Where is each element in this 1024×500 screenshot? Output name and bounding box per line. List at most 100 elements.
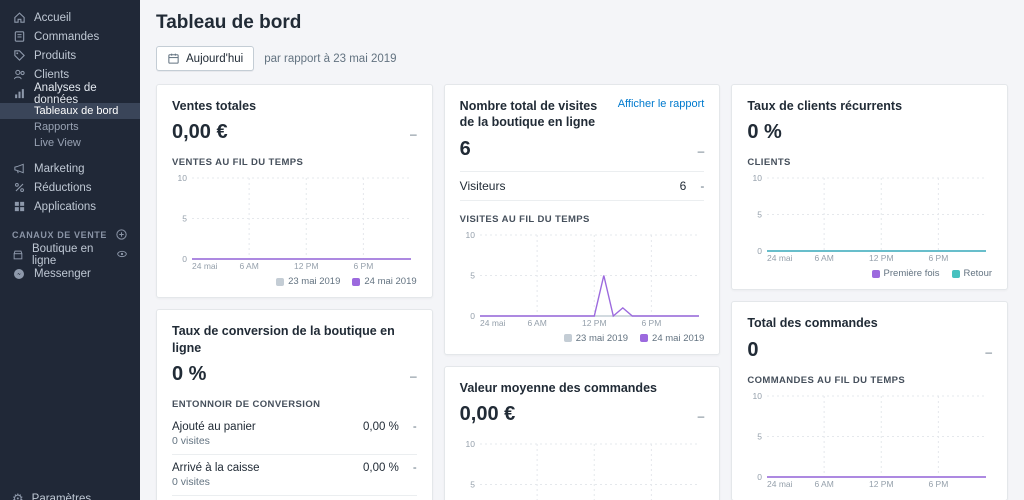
card-value: 0 % — [747, 121, 782, 144]
svg-text:0: 0 — [470, 311, 475, 321]
section-label: VENTES AU FIL DU TEMPS — [172, 157, 304, 169]
svg-text:5: 5 — [182, 214, 187, 224]
funnel-sub: 0 visites — [172, 475, 210, 488]
svg-text:24 mai: 24 mai — [767, 479, 793, 489]
svg-text:12 PM: 12 PM — [869, 253, 894, 263]
sidebar-item-accueil[interactable]: Accueil — [0, 8, 140, 27]
funnel-row-converties: Visites converties 0 visites 0,00 % - — [172, 496, 417, 500]
main-content: Tableau de bord Aujourd'hui par rapport … — [140, 0, 1024, 500]
sidebar-subitem-rapports[interactable]: Rapports — [0, 119, 140, 135]
legend-marker — [276, 277, 285, 286]
sidebar-item-marketing[interactable]: Marketing — [0, 159, 140, 178]
change-indicator: – — [409, 368, 417, 383]
funnel-pct: 0,00 % — [363, 461, 399, 474]
stat-label: Visiteurs — [459, 178, 506, 193]
legend-item: 24 mai 2019 — [640, 333, 704, 344]
eye-icon[interactable] — [116, 248, 128, 262]
sidebar-item-analyses[interactable]: Analyses de données — [0, 81, 140, 106]
section-label: ENTONNOIR DE CONVERSION — [172, 398, 321, 410]
home-icon — [12, 11, 26, 25]
funnel-sub: 0 visites — [172, 434, 210, 447]
section-label: VISITES AU FIL DU TEMPS — [459, 213, 590, 225]
store-icon — [12, 248, 24, 262]
legend-item: 24 mai 2019 — [352, 276, 417, 287]
legend-marker — [640, 334, 649, 342]
card-valeur-moyenne: Valeur moyenne des commandes 0,00 € – 24… — [443, 365, 721, 500]
svg-text:6 AM: 6 AM — [527, 318, 546, 328]
sidebar-item-commandes[interactable]: Commandes — [0, 27, 140, 46]
card-clients-recurrents: Taux de clients récurrents 0 % CLIENTS 2… — [731, 84, 1009, 291]
svg-text:0: 0 — [758, 472, 763, 482]
card-title: Taux de conversion de la boutique en lig… — [172, 324, 395, 355]
card-ventes-totales: Ventes totales 0,00 € – VENTES AU FIL DU… — [156, 84, 433, 299]
svg-text:12 PM: 12 PM — [869, 479, 894, 489]
commandes-line-chart: 24 mai 6 AM 12 PM 6 PM 0 5 10 — [747, 390, 992, 490]
change-indicator: – — [697, 408, 705, 423]
svg-text:5: 5 — [470, 270, 475, 280]
sidebar-item-produits[interactable]: Produits — [0, 46, 140, 65]
card-title: Valeur moyenne des commandes — [459, 380, 657, 395]
ventes-line-chart: 24 mai 6 AM 12 PM 6 PM 0 5 10 — [172, 172, 417, 272]
valeur-line-chart: 24 mai6 AM12 PM6 PM0510 — [460, 438, 705, 500]
svg-text:5: 5 — [758, 210, 763, 220]
legend-item: Retour — [951, 268, 993, 280]
card-title: Total des commandes — [747, 316, 878, 331]
chart-legend: 23 mai 2019 24 mai 2019 — [460, 332, 704, 344]
svg-text:0: 0 — [182, 254, 187, 264]
card-value: 0,00 € — [459, 402, 516, 425]
add-channel-icon[interactable] — [115, 228, 128, 241]
svg-text:12 PM: 12 PM — [582, 318, 607, 328]
card-title: Nombre total de visites de la boutique e… — [459, 99, 598, 130]
svg-text:10: 10 — [753, 391, 763, 401]
analytics-icon — [12, 87, 26, 101]
svg-text:10: 10 — [465, 439, 475, 449]
sidebar-item-boutique-en-ligne[interactable]: Boutique en ligne — [0, 242, 140, 267]
svg-text:24 mai: 24 mai — [767, 253, 793, 263]
marketing-icon — [12, 162, 26, 176]
grid-column-1: Ventes totales 0,00 € – VENTES AU FIL DU… — [156, 84, 433, 500]
gear-icon: ⚙ — [12, 491, 24, 500]
orders-icon — [12, 30, 26, 44]
svg-text:5: 5 — [758, 431, 763, 441]
afficher-rapport-link[interactable]: Afficher le rapport — [618, 98, 705, 110]
svg-text:6 AM: 6 AM — [815, 479, 834, 489]
change-indicator: - — [412, 420, 417, 433]
svg-text:6 PM: 6 PM — [641, 318, 661, 328]
clients-line-chart: 24 mai 6 AM 12 PM 6 PM 0 5 10 — [747, 172, 992, 264]
legend-marker — [951, 269, 960, 278]
card-taux-conversion: Taux de conversion de la boutique en lig… — [156, 309, 433, 500]
change-indicator: – — [985, 344, 993, 359]
sidebar-item-label: Réductions — [34, 181, 92, 194]
card-visites-boutique: Nombre total de visites de la boutique e… — [443, 84, 721, 355]
svg-text:5: 5 — [470, 479, 475, 489]
sidebar-item-label: Clients — [34, 68, 70, 81]
sidebar-item-label: Boutique en ligne — [31, 242, 94, 267]
svg-text:6 AM: 6 AM — [815, 253, 834, 263]
clients-icon — [12, 68, 26, 82]
legend-label: 23 mai 2019 — [575, 332, 629, 344]
legend-label: Retour — [963, 268, 993, 280]
date-picker-label: Aujourd'hui — [186, 52, 244, 65]
chart-legend: 23 mai 2019 24 mai 2019 — [172, 276, 417, 287]
visites-line-chart: 24 mai 6 AM 12 PM 6 PM 0 5 10 — [460, 229, 705, 329]
svg-text:24 mai: 24 mai — [192, 261, 218, 271]
sidebar-item-applications[interactable]: Applications — [0, 197, 140, 216]
sidebar-subitem-live-view[interactable]: Live View — [0, 135, 140, 151]
card-title: Ventes totales — [172, 99, 257, 113]
date-picker-button[interactable]: Aujourd'hui — [156, 46, 255, 71]
change-indicator: – — [409, 127, 417, 142]
svg-text:6 PM: 6 PM — [929, 253, 949, 263]
sidebar-item-reductions[interactable]: Réductions — [0, 178, 140, 197]
sidebar-item-label: Analyses de données — [34, 81, 97, 106]
funnel-row-caisse: Arrivé à la caisse 0 visites 0,00 % - — [172, 455, 417, 496]
svg-text:12 PM: 12 PM — [294, 261, 319, 271]
legend-label: 23 mai 2019 — [288, 276, 341, 288]
sidebar-item-label: Messenger — [34, 267, 91, 280]
change-indicator: – — [697, 143, 705, 158]
legend-marker — [871, 269, 880, 278]
grid-column-3: Taux de clients récurrents 0 % CLIENTS 2… — [731, 84, 1009, 500]
sidebar-item-messenger[interactable]: Messenger — [0, 264, 140, 283]
chart-legend: Première fois Retour — [747, 268, 992, 279]
sidebar-item-parametres[interactable]: ⚙ Paramètres — [0, 488, 140, 500]
svg-text:24 mai: 24 mai — [480, 318, 506, 328]
